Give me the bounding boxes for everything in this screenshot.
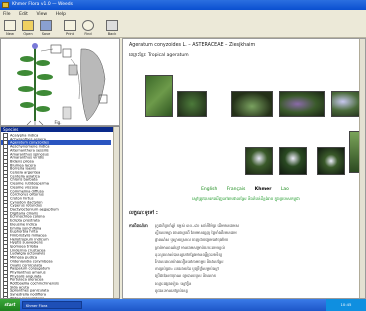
start-button[interactable]: start	[0, 299, 20, 311]
menu-bar: File Edit View Help	[0, 10, 366, 18]
description-line: ដុះលូតលាស់បានល្អនៅកន្លែងមានពន្លឺព្រះអាទិ…	[155, 251, 223, 257]
menu-help[interactable]: Help	[56, 12, 66, 17]
lang-khmer[interactable]: Khmer	[255, 187, 272, 192]
photo-thumbnail[interactable]	[177, 91, 207, 117]
back-arrow-icon	[106, 20, 118, 31]
description-line: រីករាលដាលយ៉ាងលឿននៅតាមចម្ការ និងវាលស្រែ	[155, 259, 224, 264]
scientific-name: Ageratum conyzoides L. – ASTERACEAE – Zi…	[129, 43, 256, 48]
section-heading: លក្ខណៈទូទៅ :	[129, 210, 158, 216]
habitat-note: ស្មៅត្រូវបានរកឃើញនៅតាមវាលស្រែ និងតំបន់ដី…	[192, 196, 300, 201]
folder-icon	[22, 20, 34, 31]
app-window: Khmer Flora v1.0 — Weeds File Edit View …	[0, 0, 366, 311]
save-icon	[40, 20, 52, 31]
photo-thumbnail[interactable]	[279, 91, 325, 117]
photo-thumbnail[interactable]	[231, 91, 273, 117]
photo-thumbnail[interactable]	[279, 147, 307, 175]
taskbar-app-button[interactable]: Khmer Flora	[22, 301, 82, 309]
species-list[interactable]: Species Acalypha indica Achyranthes asper…	[0, 126, 120, 299]
app-icon	[2, 2, 9, 8]
description-label: ការពិពណ៌នា	[129, 223, 148, 228]
species-list-header: Species	[1, 127, 119, 132]
description-line: គ្រាប់មានពណ៌ខ្មៅ មានរោមសម្រាប់ហោះតាមខ្យល…	[155, 244, 225, 250]
title-bar[interactable]: Khmer Flora v1.0 — Weeds	[0, 0, 366, 10]
description-line: ឈ្មោះផ្សេងទៀត: ស្មៅក្លិន	[155, 280, 192, 286]
species-list-scrollbar[interactable]	[113, 127, 119, 298]
species-detail-panel: Ageratum conyzoides L. – ASTERACEAE – Zi…	[122, 38, 366, 299]
photo-thumbnail[interactable]	[245, 147, 273, 175]
search-icon	[82, 20, 94, 31]
photo-thumbnail[interactable]	[317, 147, 345, 175]
description-line: ស្លឹកឈមគ្នា រាងពងក្រពើ គែមមានធ្មេញ ផ្ទៃទ…	[155, 230, 237, 236]
menu-file[interactable]: File	[3, 12, 11, 17]
menu-edit[interactable]: Edit	[19, 12, 28, 17]
back-button[interactable]: Back	[104, 19, 120, 37]
print-icon	[64, 20, 76, 31]
find-button[interactable]: Find	[80, 19, 96, 37]
new-button[interactable]: New	[2, 19, 18, 37]
new-icon	[4, 20, 16, 31]
language-switcher: English Français Khmer Lao	[123, 187, 365, 192]
plant-drawing	[17, 43, 108, 126]
description-line: ពូជនេះមាននៅគ្រប់ខេត្ត	[155, 287, 188, 293]
lang-french[interactable]: Français	[227, 187, 246, 192]
description-line: ផ្កាពណ៌ស ឬស្វាយស្រាល ចេញជាចង្កោមនៅចុងមែក	[155, 237, 229, 243]
description-line: ការគ្រប់គ្រង: ដកដោយដៃ ឬប្រើថ្នាំសម្លាប់ស…	[155, 266, 219, 272]
save-button[interactable]: Save	[38, 19, 54, 37]
plant-illustration	[0, 38, 120, 126]
lang-english[interactable]: English	[201, 187, 217, 192]
lang-lao[interactable]: Lao	[281, 187, 289, 192]
photo-thumbnail[interactable]	[145, 75, 173, 117]
description-line: រុក្ខជាតិប្រចាំឆ្នាំ កម្ពស់ ៣០–៨០ សង់ទីម…	[155, 223, 240, 228]
taskbar: start Khmer Flora 10:45	[0, 299, 366, 311]
khmer-name: ឈ្មោះខ្មែរ: Tropical ageratum	[129, 53, 189, 58]
illustration-caption: Fig.	[54, 120, 62, 125]
print-button[interactable]: Print	[62, 19, 78, 37]
system-clock: 10:45	[326, 299, 366, 311]
detail-scrollbar[interactable]	[359, 39, 365, 298]
menu-view[interactable]: View	[36, 12, 47, 17]
window-title: Khmer Flora v1.0 — Weeds	[12, 2, 73, 7]
toolbar: New Open Save Print Find Back	[0, 18, 366, 38]
description-line: ប្រើជាឱសថបុរាណ ព្យាបាលរបួស និងរលាក	[155, 273, 217, 279]
open-button[interactable]: Open	[20, 19, 36, 37]
